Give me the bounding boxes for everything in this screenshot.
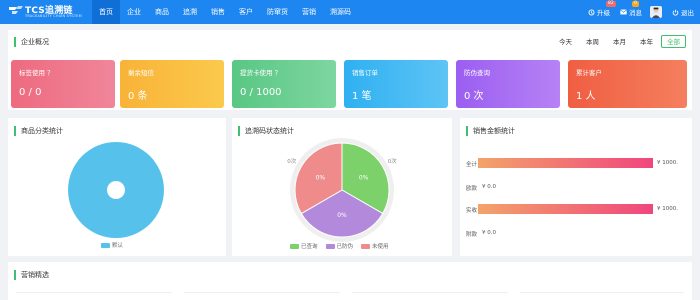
sales-bar-value: ¥ 1000. bbox=[657, 160, 678, 166]
nav-item[interactable]: 追溯 bbox=[176, 0, 204, 24]
marketing-card[interactable] bbox=[520, 292, 684, 300]
legend-swatch bbox=[361, 243, 371, 249]
code-legend-label: 未使用 bbox=[372, 244, 389, 250]
upgrade-icon bbox=[588, 9, 595, 15]
user-avatar[interactable] bbox=[650, 6, 662, 18]
stat-card[interactable]: 累计客户 1 人 bbox=[568, 60, 687, 108]
sales-bar-label: 全计 bbox=[466, 162, 478, 168]
code-legend-item[interactable]: 已查询 bbox=[290, 242, 318, 250]
sales-bar-label: 欧款 bbox=[466, 186, 478, 192]
sales-panel-title: 销售金额统计 bbox=[466, 126, 515, 136]
power-icon bbox=[672, 9, 679, 16]
nav-item[interactable]: 企业 bbox=[120, 0, 148, 24]
code-status-panel: 追溯码状态统计 0%0次0%0次0%0次 已查询已防伪未使用 bbox=[232, 118, 452, 256]
logout-button[interactable]: 退出 bbox=[672, 7, 694, 17]
nav-item[interactable]: 商品 bbox=[148, 0, 176, 24]
code-legend-label: 已防伪 bbox=[336, 244, 354, 250]
stat-card-value: 1 笔 bbox=[352, 91, 372, 102]
logout-label: 退出 bbox=[681, 9, 694, 17]
mail-icon bbox=[620, 9, 627, 15]
sales-bar-label: 实收 bbox=[466, 208, 478, 214]
upgrade-badge: 82 bbox=[606, 1, 616, 7]
category-legend-label: 默认 bbox=[112, 243, 124, 249]
message-label: 消息 bbox=[629, 9, 642, 17]
logo-icon bbox=[9, 6, 23, 14]
category-legend[interactable]: 默认 bbox=[101, 241, 123, 249]
slice-count-label: 0次 bbox=[388, 157, 397, 165]
nav-item[interactable]: 销售 bbox=[204, 0, 232, 24]
stat-card-value: 0 次 bbox=[464, 91, 484, 102]
marketing-card[interactable] bbox=[184, 292, 340, 300]
sales-bar-row: 全计 ¥ 1000. bbox=[460, 158, 690, 168]
sales-bar-row: 附款 ¥ 0.0 bbox=[460, 228, 690, 238]
stat-card-value: 0 / 0 bbox=[19, 87, 42, 98]
stat-card-value: 0 条 bbox=[128, 91, 148, 102]
marketing-card[interactable] bbox=[16, 292, 172, 300]
marketing-panel: 营销精选 bbox=[8, 262, 692, 300]
sales-stats-panel: 销售金额统计 全计 ¥ 1000. 欧款 ¥ 0.0 实收 ¥ 1000. 附款 ¥ 0.0 bbox=[460, 118, 692, 256]
sales-bar[interactable] bbox=[478, 204, 653, 214]
nav-item[interactable]: 溯源码 bbox=[323, 0, 358, 24]
nav-item[interactable]: 首页 bbox=[92, 0, 120, 24]
stat-card-value: 1 人 bbox=[576, 91, 596, 102]
slice-percent-label: 0% bbox=[337, 212, 347, 219]
message-button[interactable]: 消息 0 bbox=[620, 1, 642, 17]
code-panel-title: 追溯码状态统计 bbox=[238, 126, 294, 136]
category-panel-title: 商品分类统计 bbox=[14, 126, 63, 136]
header-actions: 升级 82 消息 0 退出 bbox=[578, 0, 694, 24]
category-pie-chart bbox=[68, 142, 164, 238]
code-legend-item[interactable]: 已防伪 bbox=[325, 242, 354, 250]
stat-card[interactable]: 剩余短信 0 条 bbox=[120, 60, 224, 108]
code-status-donut: 0%0次0%0次0%0次 bbox=[287, 138, 397, 242]
stat-card-label: 剩余短信 bbox=[128, 69, 154, 77]
brand-subtitle: TRACEABILITY CHAIN SYSTEM bbox=[25, 14, 82, 18]
brand-logo[interactable]: TCS追溯链 TRACEABILITY CHAIN SYSTEM bbox=[8, 3, 88, 21]
message-badge: 0 bbox=[632, 1, 639, 7]
nav-item[interactable]: 客户 bbox=[232, 0, 260, 24]
sales-bar-value: ¥ 1000. bbox=[657, 206, 678, 212]
sales-bar[interactable] bbox=[478, 158, 653, 168]
stat-card-label: 累计客户 bbox=[576, 69, 602, 77]
upgrade-label: 升级 bbox=[597, 9, 610, 17]
stat-card-label: 提货卡使用 ？ bbox=[240, 69, 282, 77]
stat-card-label: 标签使用 ？ bbox=[19, 69, 54, 77]
slice-percent-label: 0% bbox=[359, 174, 369, 181]
top-nav-bar: TCS追溯链 TRACEABILITY CHAIN SYSTEM 首页 企业 商品追… bbox=[0, 0, 700, 24]
code-legend-item[interactable]: 未使用 bbox=[361, 242, 389, 250]
upgrade-button[interactable]: 升级 82 bbox=[588, 1, 616, 17]
stat-card-label: 销售订单 bbox=[352, 69, 378, 77]
code-legend: 已查询 已防伪 未使用 bbox=[290, 242, 397, 250]
pie-hole bbox=[107, 181, 125, 199]
slice-percent-label: 0% bbox=[316, 175, 326, 182]
code-legend-label: 已查询 bbox=[301, 244, 318, 250]
stat-card[interactable]: 销售订单 1 笔 bbox=[344, 60, 448, 108]
main-nav: 首页 企业 商品 追溯 销售 客户 防窜货 营销 溯源码 bbox=[92, 0, 358, 24]
slice-count-label: 0次 bbox=[287, 157, 296, 165]
stat-card-value: 0 / 1000 bbox=[240, 87, 282, 98]
stat-card[interactable]: 防伪查询 0 次 bbox=[456, 60, 560, 108]
legend-swatch bbox=[290, 243, 299, 249]
stat-card-label: 防伪查询 bbox=[464, 69, 490, 77]
nav-item[interactable]: 防窜货 bbox=[260, 0, 295, 24]
stat-card[interactable]: 提货卡使用 ？ 0 / 1000 bbox=[232, 60, 336, 108]
stat-card[interactable]: 标签使用 ？ 0 / 0 bbox=[11, 60, 115, 108]
sales-bar-value: ¥ 0.0 bbox=[482, 184, 496, 190]
overview-panel: 企业概况 今天 本周 本月 本年 全部 标签使用 ？ 0 / 0 剩余短信 0 条提货卡使用 … bbox=[8, 30, 692, 110]
avatar-icon bbox=[652, 7, 660, 18]
marketing-title: 营销精选 bbox=[14, 270, 49, 280]
sales-bar-value: ¥ 0.0 bbox=[482, 230, 496, 236]
legend-swatch bbox=[101, 242, 110, 248]
stat-cards: 标签使用 ？ 0 / 0 剩余短信 0 条 提货卡使用 ？ 0 / 1000 销售订单 1 笔… bbox=[11, 30, 695, 110]
nav-item[interactable]: 营销 bbox=[295, 0, 323, 24]
sales-bar-row: 欧款 ¥ 0.0 bbox=[460, 182, 690, 192]
sales-bar-row: 实收 ¥ 1000. bbox=[460, 204, 690, 214]
category-stats-panel: 商品分类统计 默认 bbox=[8, 118, 226, 256]
sales-bar-label: 附款 bbox=[466, 232, 478, 238]
marketing-card[interactable] bbox=[352, 292, 508, 300]
legend-swatch bbox=[325, 243, 335, 249]
